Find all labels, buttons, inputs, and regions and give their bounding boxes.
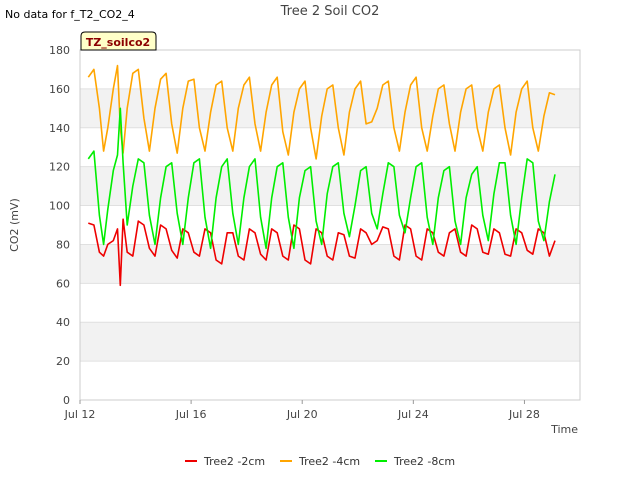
x-tick-label: Jul 12: [64, 408, 96, 421]
legend-label: Tree2 -2cm: [203, 455, 265, 468]
legend: Tree2 -2cm Tree2 -4cm Tree2 -8cm: [185, 455, 455, 468]
y-tick-label: 180: [49, 44, 70, 57]
badge: TZ_soilco2: [80, 31, 157, 51]
badge-label: TZ_soilco2: [86, 36, 150, 49]
y-tick-label: 160: [49, 83, 70, 96]
grid-band: [80, 244, 580, 284]
grid-band: [80, 166, 580, 206]
legend-label: Tree2 -4cm: [298, 455, 360, 468]
y-tick-label: 120: [49, 161, 70, 174]
legend-label: Tree2 -8cm: [393, 455, 455, 468]
y-tick-label: 40: [56, 316, 70, 329]
x-tick-label: Jul 16: [175, 408, 207, 421]
y-tick-label: 80: [56, 238, 70, 251]
x-tick-label: Jul 24: [397, 408, 429, 421]
y-tick-label: 100: [49, 200, 70, 213]
x-tick-label: Jul 28: [508, 408, 540, 421]
y-axis-ticks: 0 20 40 60 80 100 120 140 160 180: [49, 44, 70, 407]
x-axis-ticks: Jul 12 Jul 16 Jul 20 Jul 24 Jul 28: [64, 400, 540, 421]
y-tick-label: 60: [56, 277, 70, 290]
y-tick-label: 20: [56, 355, 70, 368]
y-tick-label: 140: [49, 122, 70, 135]
chart-title: Tree 2 Soil CO2: [280, 4, 380, 19]
x-tick-label: Jul 20: [286, 408, 318, 421]
chart-canvas: 020406080100120140160180 Jul 12 Jul 16 Jul…: [5, 4, 581, 468]
y-axis-label: CO2 (mV): [8, 198, 21, 252]
x-axis-label: Time: [550, 423, 578, 436]
y-tick-label: 0: [63, 394, 70, 407]
grid-band: [80, 322, 580, 362]
no-data-note: No data for f_T2_CO2_4: [5, 8, 135, 21]
